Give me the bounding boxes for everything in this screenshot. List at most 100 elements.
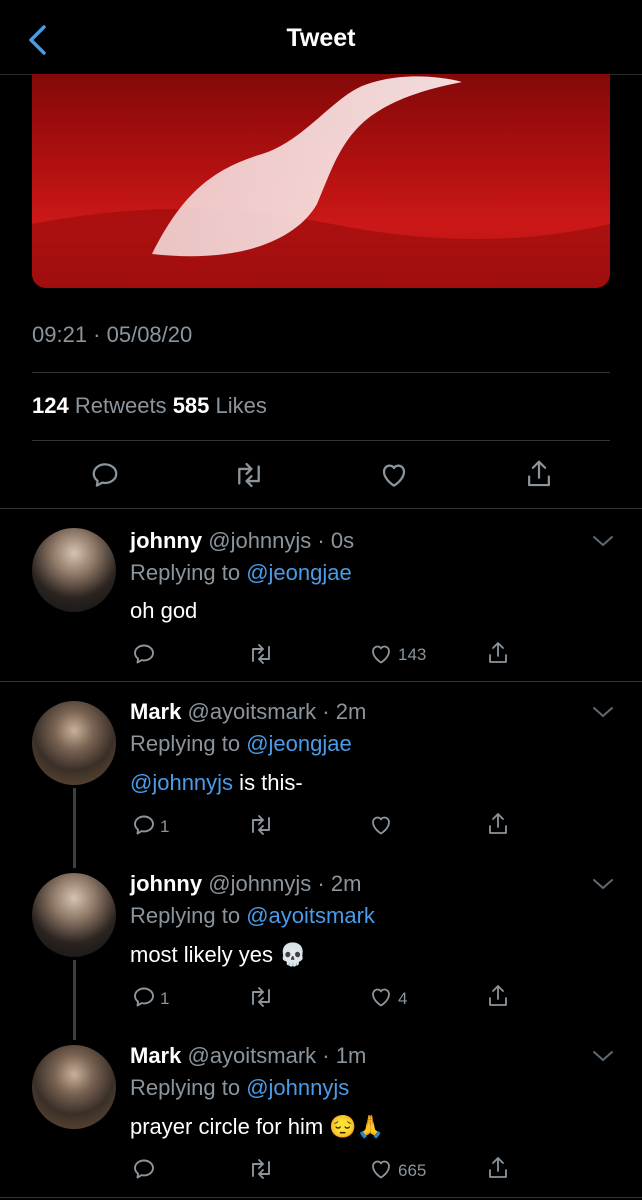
retweet-button[interactable] xyxy=(232,460,266,490)
seagull-image xyxy=(32,74,610,288)
reply-button[interactable] xyxy=(132,1157,156,1181)
like-button[interactable] xyxy=(368,985,394,1009)
replying-to-handle[interactable]: @ayoitsmark xyxy=(246,903,375,928)
avatar[interactable] xyxy=(32,1045,116,1129)
reply-time: 1m xyxy=(335,1043,367,1068)
reply-time: 2m xyxy=(330,871,362,896)
share-button[interactable] xyxy=(486,640,510,666)
retweet-button[interactable] xyxy=(247,813,275,837)
retweet-button[interactable] xyxy=(247,985,275,1009)
avatar[interactable] xyxy=(32,873,116,957)
replying-label: Replying to xyxy=(130,903,241,928)
likes-label[interactable]: Likes xyxy=(216,393,267,418)
replying-to: Replying to @jeongjae xyxy=(130,731,352,757)
user-handle: @ayoitsmark xyxy=(187,699,317,724)
divider xyxy=(32,372,610,373)
retweets-label[interactable]: Retweets xyxy=(75,393,167,418)
reply-author[interactable]: johnny @johnnyjs · 0s xyxy=(130,528,354,554)
reply-tweet[interactable]: johnny @johnnyjs · 0s Replying to @jeong… xyxy=(0,508,642,680)
reply-tweet[interactable]: johnny @johnnyjs · 2m Replying to @ayoit… xyxy=(0,853,642,1025)
retweet-button[interactable] xyxy=(247,642,275,666)
like-button[interactable] xyxy=(368,642,394,666)
like-button[interactable] xyxy=(368,813,394,837)
heart-icon xyxy=(372,988,390,1007)
tweet-media-image[interactable] xyxy=(32,74,610,288)
reply-author[interactable]: Mark @ayoitsmark · 1m xyxy=(130,1043,366,1069)
reply-count: 1 xyxy=(160,989,170,1008)
reply-icon xyxy=(134,987,154,1007)
emoji: 😔🙏 xyxy=(329,1114,385,1139)
reply-button[interactable] xyxy=(90,460,120,490)
display-name: johnny xyxy=(130,871,203,896)
share-icon xyxy=(489,1157,507,1178)
avatar[interactable] xyxy=(32,701,116,785)
replying-to-handle[interactable]: @jeongjae xyxy=(246,731,352,756)
replying-label: Replying to xyxy=(130,560,241,585)
separator-dot: · xyxy=(311,871,331,896)
share-icon xyxy=(528,460,550,487)
reply-time: 2m xyxy=(335,699,367,724)
retweet-icon xyxy=(252,644,270,664)
reply-author[interactable]: Mark @ayoitsmark · 2m xyxy=(130,699,366,725)
like-count: 665 xyxy=(398,1161,427,1180)
avatar[interactable] xyxy=(32,528,116,612)
reply-tweet[interactable]: Mark @ayoitsmark · 2m Replying to @jeong… xyxy=(0,681,642,853)
reply-text: oh god xyxy=(130,598,197,624)
reply-icon xyxy=(134,1159,154,1179)
like-count: 4 xyxy=(398,989,408,1008)
skull-emoji: 💀 xyxy=(279,942,307,967)
replying-label: Replying to xyxy=(130,731,241,756)
reply-button[interactable] xyxy=(132,985,156,1009)
reply-icon xyxy=(134,644,154,664)
share-button[interactable] xyxy=(486,983,510,1009)
chevron-down-icon xyxy=(593,879,613,889)
heart-icon xyxy=(372,1160,390,1179)
reply-author[interactable]: johnny @johnnyjs · 2m xyxy=(130,871,361,897)
top-bar: Tweet xyxy=(0,0,642,75)
reply-count: 1 xyxy=(160,817,170,836)
heart-icon xyxy=(372,645,390,664)
likes-count[interactable]: 585 xyxy=(173,393,210,418)
display-name: johnny xyxy=(130,528,203,553)
reply-body: is this- xyxy=(233,770,303,795)
more-options-button[interactable] xyxy=(592,1049,614,1063)
more-options-button[interactable] xyxy=(592,534,614,548)
retweet-button[interactable] xyxy=(247,1157,275,1181)
separator-dot: · xyxy=(311,528,331,553)
replying-to: Replying to @johnnyjs xyxy=(130,1075,349,1101)
share-icon xyxy=(489,985,507,1006)
like-button[interactable] xyxy=(368,1157,394,1181)
more-options-button[interactable] xyxy=(592,705,614,719)
more-options-button[interactable] xyxy=(592,877,614,891)
page-title: Tweet xyxy=(286,24,356,52)
mention-link[interactable]: @johnnyjs xyxy=(130,770,233,795)
user-handle: @ayoitsmark xyxy=(187,1043,317,1068)
replying-to-handle[interactable]: @jeongjae xyxy=(246,560,352,585)
chevron-down-icon xyxy=(593,707,613,717)
reply-tweet[interactable]: Mark @ayoitsmark · 1m Replying to @johnn… xyxy=(0,1025,642,1197)
heart-icon xyxy=(372,816,390,835)
tweet-action-bar xyxy=(0,444,642,506)
chevron-down-icon xyxy=(593,536,613,546)
replying-to-handle[interactable]: @johnnyjs xyxy=(246,1075,349,1100)
share-button[interactable] xyxy=(486,811,510,837)
replying-label: Replying to xyxy=(130,1075,241,1100)
reply-button[interactable] xyxy=(132,813,156,837)
reply-body: oh god xyxy=(130,598,198,623)
share-icon xyxy=(489,813,507,834)
like-count: 143 xyxy=(398,645,427,664)
share-icon xyxy=(489,642,507,663)
display-name: Mark xyxy=(130,1043,182,1068)
replying-to: Replying to @ayoitsmark xyxy=(130,903,375,929)
retweets-count[interactable]: 124 xyxy=(32,393,69,418)
reply-button[interactable] xyxy=(132,642,156,666)
reply-text: @johnnyjs is this- xyxy=(130,770,303,796)
share-button[interactable] xyxy=(486,1155,510,1181)
separator-dot: · xyxy=(316,699,336,724)
share-button[interactable] xyxy=(524,458,554,490)
like-button[interactable] xyxy=(379,460,409,490)
reply-text: prayer circle for him 😔🙏 xyxy=(130,1114,384,1140)
reply-icon xyxy=(134,815,154,835)
separator-dot: · xyxy=(316,1043,336,1068)
user-handle: @johnnyjs xyxy=(208,528,312,553)
